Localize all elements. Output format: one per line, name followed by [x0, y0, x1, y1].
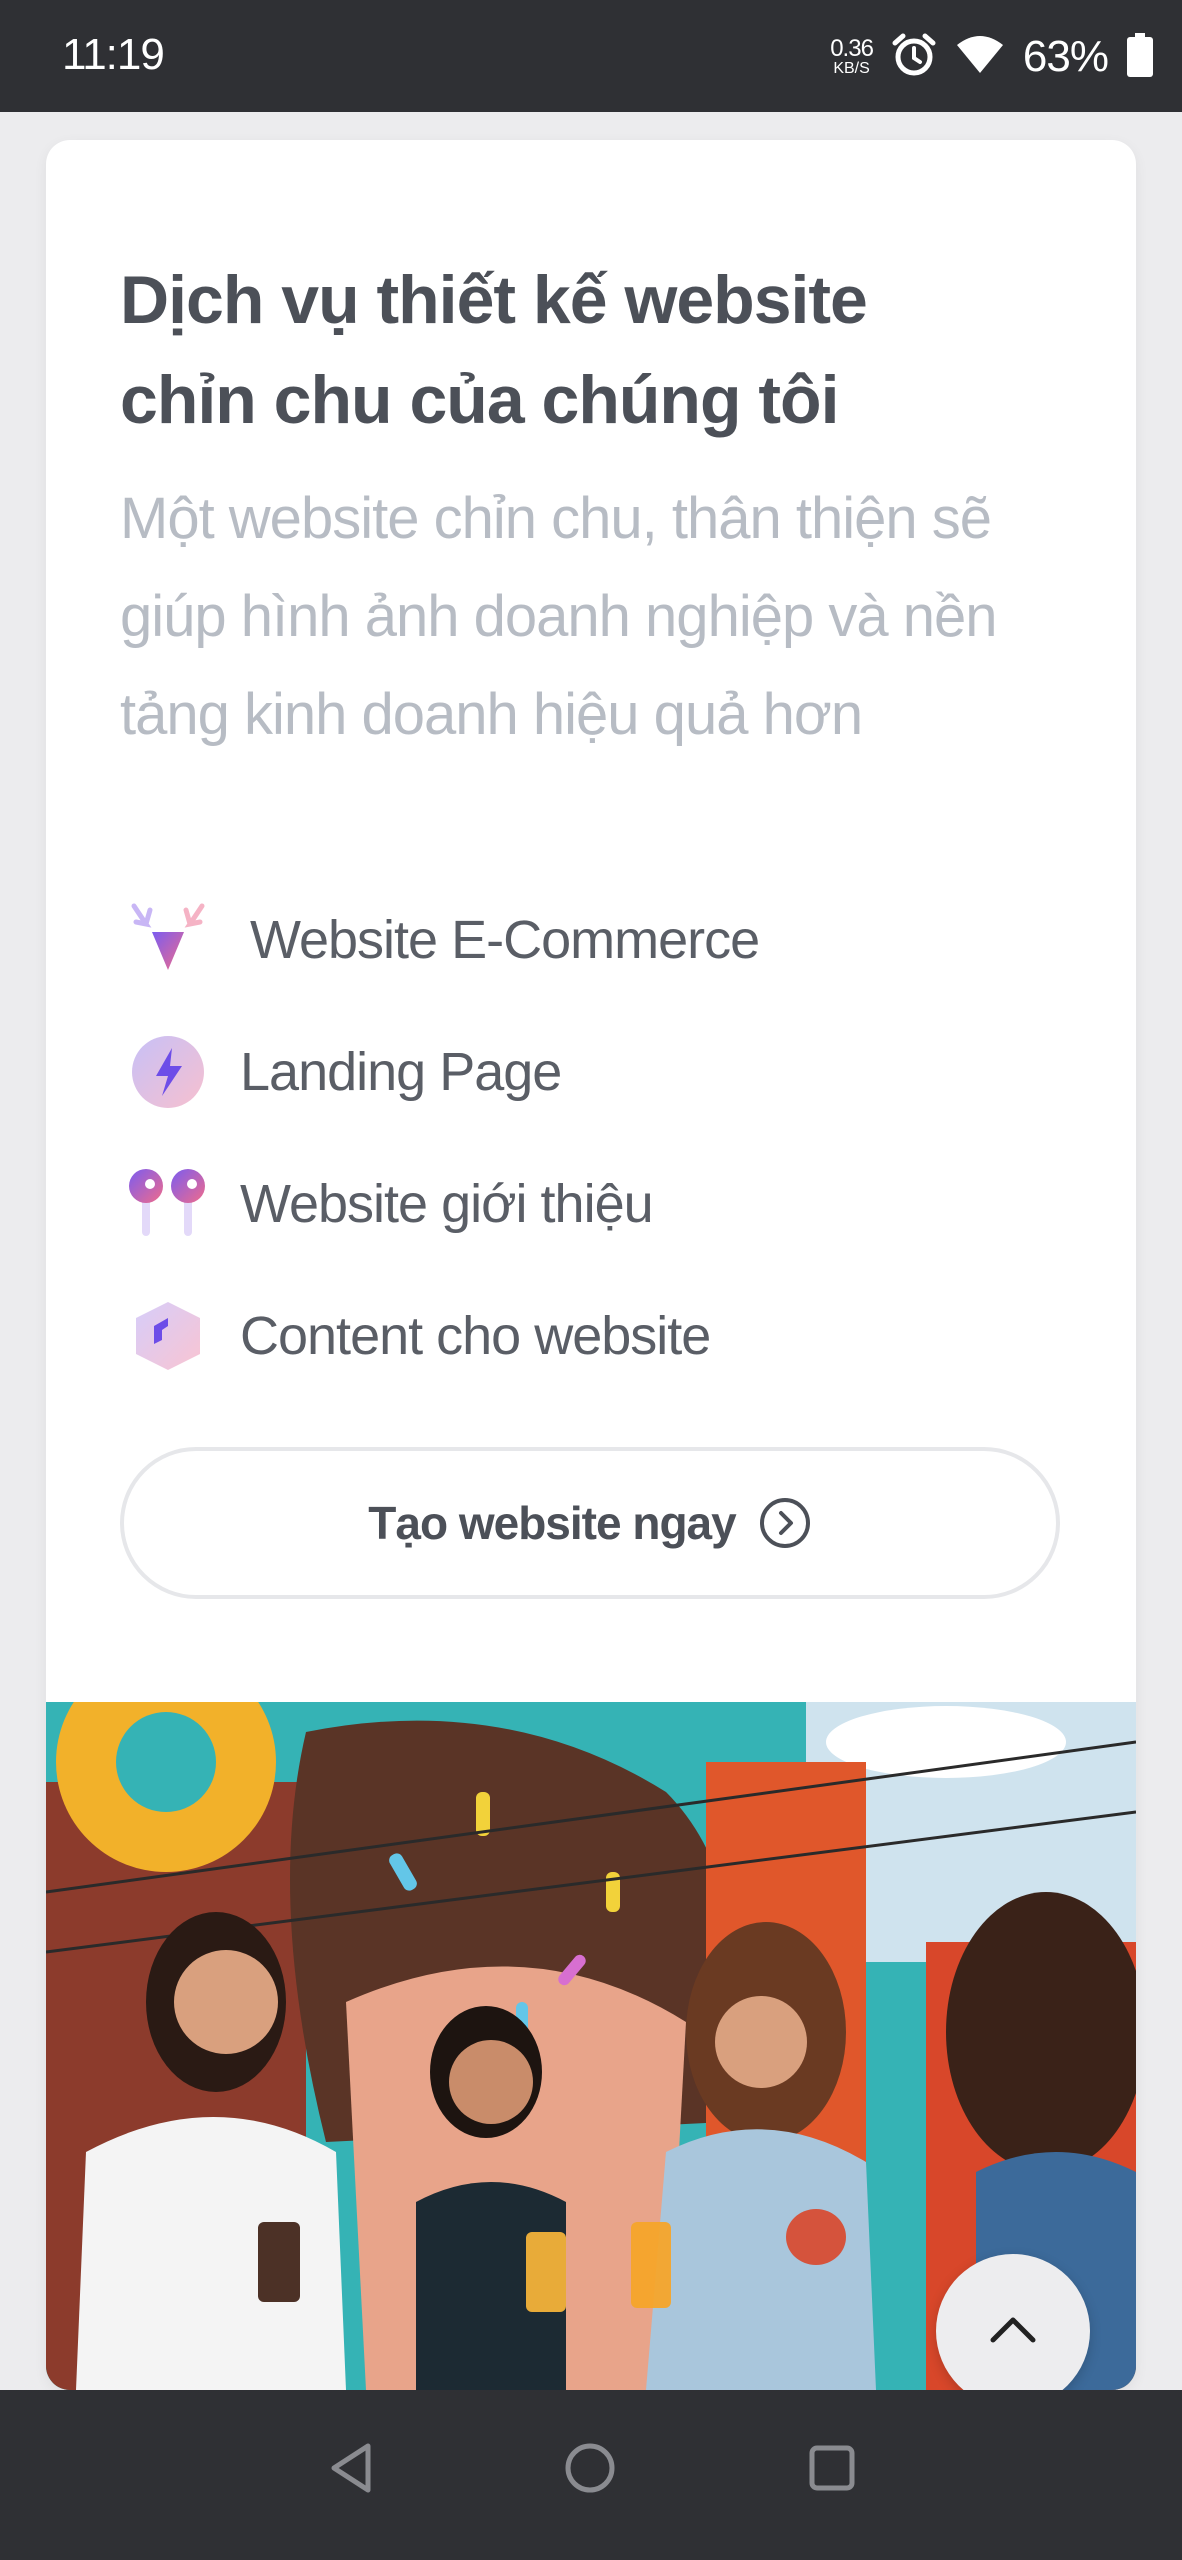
service-label: Website giới thiệu	[240, 1174, 654, 1234]
lightning-icon	[120, 1024, 216, 1120]
service-item-content[interactable]: Content cho website	[120, 1281, 1070, 1391]
status-icons: 0.36 KB/S 63%	[830, 22, 1154, 92]
antler-icon	[120, 892, 216, 988]
wifi-icon	[955, 35, 1005, 80]
service-item-landing-page[interactable]: Landing Page	[120, 1017, 1070, 1127]
service-label: Landing Page	[240, 1042, 562, 1102]
network-speed-unit: KB/S	[833, 60, 870, 77]
cube-icon	[120, 1288, 216, 1384]
battery-percent: 63%	[1022, 32, 1109, 81]
status-time: 11:19	[62, 30, 165, 79]
nav-recents-button[interactable]	[792, 2430, 872, 2510]
section-title: Dịch vụ thiết kế website chỉn chu của ch…	[120, 262, 868, 438]
page-content[interactable]: Dịch vụ thiết kế website chỉn chu của ch…	[0, 112, 1182, 2408]
network-speed-value: 0.36	[830, 35, 874, 62]
network-speed: 0.36 KB/S	[830, 35, 874, 77]
battery-icon	[1126, 32, 1154, 82]
home-icon	[562, 2440, 618, 2501]
services-card: Dịch vụ thiết kế website chỉn chu của ch…	[46, 140, 1136, 2390]
alarm-icon	[891, 32, 937, 83]
service-item-ecommerce[interactable]: Website E-Commerce	[120, 885, 1070, 995]
recents-icon	[804, 2440, 860, 2501]
section-subtitle: Một website chỉn chu, thân thiện sẽ giúp…	[120, 486, 997, 747]
chevron-up-icon	[988, 2314, 1038, 2349]
scroll-to-top-button[interactable]	[936, 2254, 1090, 2408]
nav-home-button[interactable]	[550, 2430, 630, 2510]
service-item-intro-website[interactable]: Website giới thiệu	[120, 1149, 1070, 1259]
create-website-button-label: Tạo website ngay	[368, 1497, 736, 1549]
service-label: Website E-Commerce	[250, 910, 760, 970]
back-icon	[324, 2440, 380, 2501]
status-bar: 11:19 0.36 KB/S 63%	[0, 0, 1182, 112]
create-website-button[interactable]: Tạo website ngay	[120, 1447, 1060, 1599]
service-label: Content cho website	[240, 1306, 711, 1366]
nav-back-button[interactable]	[312, 2430, 392, 2510]
chevron-right-circle-icon	[758, 1496, 812, 1550]
navigation-bar	[0, 2390, 1182, 2560]
earbuds-icon	[120, 1156, 216, 1252]
